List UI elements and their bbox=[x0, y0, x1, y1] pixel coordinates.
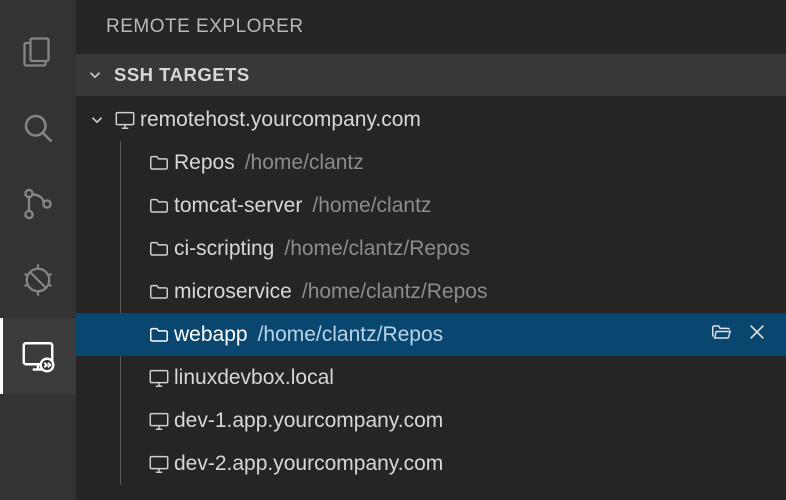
section-header-ssh-targets[interactable]: SSH TARGETS bbox=[76, 54, 786, 96]
remote-folder-row[interactable]: webapp /home/clantz/Repos bbox=[76, 313, 786, 356]
section-label: SSH TARGETS bbox=[114, 64, 250, 86]
explorer-icon[interactable] bbox=[0, 14, 76, 90]
folder-path: /home/clantz/Repos bbox=[302, 280, 488, 304]
folder-icon bbox=[144, 152, 174, 174]
folder-path: /home/clantz bbox=[245, 151, 364, 175]
remote-folder-row[interactable]: tomcat-server /home/clantz bbox=[76, 184, 786, 227]
chevron-down-icon bbox=[82, 66, 108, 84]
folder-icon bbox=[144, 195, 174, 217]
source-control-icon[interactable] bbox=[0, 166, 76, 242]
remote-explorer-icon[interactable] bbox=[0, 318, 76, 394]
monitor-icon bbox=[110, 109, 140, 131]
folder-name: Repos bbox=[174, 151, 235, 175]
ssh-host-label: dev-1.app.yourcompany.com bbox=[174, 409, 443, 433]
ssh-target-tree: remotehost.yourcompany.com Repos /home/c… bbox=[76, 96, 786, 500]
open-folder-icon[interactable] bbox=[710, 321, 732, 349]
activity-bar bbox=[0, 0, 76, 500]
folder-name: tomcat-server bbox=[174, 194, 302, 218]
ssh-host-label: dev-2.app.yourcompany.com bbox=[174, 452, 443, 476]
ssh-host-row[interactable]: linuxdevbox.local bbox=[76, 356, 786, 399]
folder-icon bbox=[144, 324, 174, 346]
remote-folder-row[interactable]: Repos /home/clantz bbox=[76, 141, 786, 184]
remote-folder-row[interactable]: microservice /home/clantz/Repos bbox=[76, 270, 786, 313]
debug-icon[interactable] bbox=[0, 242, 76, 318]
ssh-host-row[interactable]: dev-1.app.yourcompany.com bbox=[76, 399, 786, 442]
folder-path: /home/clantz bbox=[312, 194, 431, 218]
folder-path: /home/clantz/Repos bbox=[258, 323, 444, 347]
chevron-down-icon bbox=[84, 111, 110, 129]
folder-name: webapp bbox=[174, 323, 248, 347]
search-icon[interactable] bbox=[0, 90, 76, 166]
remote-folder-row[interactable]: ci-scripting /home/clantz/Repos bbox=[76, 227, 786, 270]
ssh-host-label: linuxdevbox.local bbox=[174, 366, 334, 390]
folder-name: ci-scripting bbox=[174, 237, 274, 261]
ssh-host-label: remotehost.yourcompany.com bbox=[140, 108, 421, 132]
folder-icon bbox=[144, 281, 174, 303]
folder-name: microservice bbox=[174, 280, 292, 304]
close-icon[interactable] bbox=[746, 321, 768, 349]
monitor-icon bbox=[144, 453, 174, 475]
folder-icon bbox=[144, 238, 174, 260]
ssh-host-row[interactable]: dev-2.app.yourcompany.com bbox=[76, 442, 786, 485]
panel-title: REMOTE EXPLORER bbox=[76, 0, 786, 54]
folder-path: /home/clantz/Repos bbox=[284, 237, 470, 261]
ssh-host-row[interactable]: remotehost.yourcompany.com bbox=[76, 98, 786, 141]
monitor-icon bbox=[144, 410, 174, 432]
monitor-icon bbox=[144, 367, 174, 389]
remote-explorer-panel: REMOTE EXPLORER SSH TARGETS remotehost.y… bbox=[76, 0, 786, 500]
